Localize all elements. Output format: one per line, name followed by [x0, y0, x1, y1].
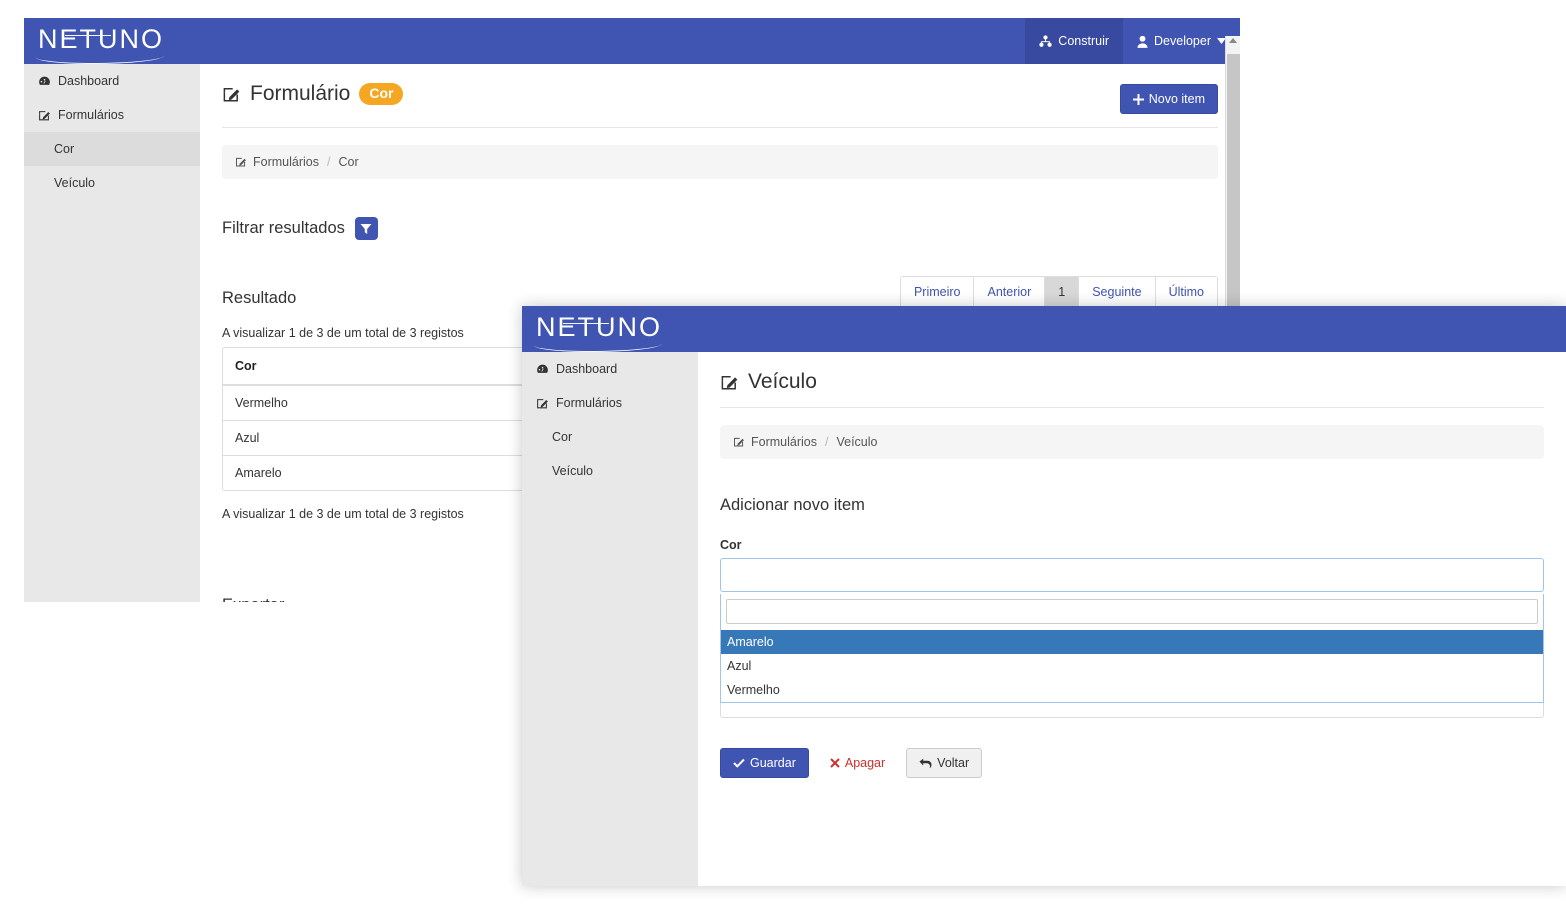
breadcrumb-current: Veículo — [836, 435, 878, 449]
sidebar-item-cor-label: Cor — [54, 142, 75, 156]
sidebar-item-dashboard-label: Dashboard — [58, 74, 120, 88]
pagination-previous[interactable]: Anterior — [974, 277, 1046, 307]
times-icon — [830, 758, 840, 768]
cor-option-amarelo[interactable]: Amarelo — [721, 630, 1543, 654]
pencil-square-icon — [38, 109, 51, 122]
breadcrumb: Formulários / Cor — [222, 145, 1218, 179]
breadcrumb-current: Cor — [338, 155, 359, 169]
sidebar-window1: Dashboard Formulários Cor Veículo — [24, 64, 200, 602]
page-title: Veículo — [720, 370, 1544, 408]
save-label: Guardar — [750, 756, 796, 770]
filter-icon — [360, 223, 372, 235]
breadcrumb-root-label: Formulários — [751, 435, 817, 449]
nav-construir[interactable]: Construir — [1025, 18, 1124, 64]
sidebar-item-veiculo[interactable]: Veículo — [522, 454, 698, 488]
page-title: Formulário Cor — [222, 82, 404, 106]
breadcrumb-separator: / — [825, 435, 829, 449]
pagination: Primeiro Anterior 1 Seguinte Último — [899, 276, 1218, 308]
pencil-square-icon — [733, 436, 745, 448]
brand-logo[interactable]: NETUNO — [36, 25, 164, 64]
scroll-up-arrow-icon[interactable] — [1229, 38, 1237, 43]
dashboard-icon — [536, 363, 549, 376]
sidebar-item-cor-label: Cor — [552, 430, 573, 444]
window-veiculo-form: NETUNO Dashboard Formulários Cor Veículo… — [522, 306, 1566, 886]
top-navbar-window2: NETUNO — [522, 306, 1566, 352]
page-title-text: Veículo — [748, 370, 817, 393]
sidebar-item-formularios[interactable]: Formulários — [522, 386, 698, 420]
form-actions: Guardar Apagar Voltar — [720, 748, 1544, 778]
status-badge: Cor — [359, 83, 404, 105]
breadcrumb-root[interactable]: Formulários — [733, 435, 817, 449]
nav-user-menu[interactable]: Developer — [1123, 18, 1240, 64]
cor-field-group: Cor Amarelo Azul Vermelho Marca * — [720, 538, 1544, 718]
arrow-back-icon — [919, 758, 932, 769]
form-heading-label: Adicionar novo item — [720, 496, 865, 514]
sidebar-item-cor[interactable]: Cor — [24, 132, 200, 166]
sidebar-item-veiculo-label: Veículo — [54, 176, 96, 190]
pencil-square-icon — [235, 156, 247, 168]
delete-label: Apagar — [844, 756, 886, 770]
check-icon — [733, 758, 745, 768]
new-item-button[interactable]: Novo item — [1119, 84, 1218, 114]
cor-field-label: Cor — [720, 538, 742, 552]
nav-construir-label: Construir — [1058, 34, 1110, 48]
plus-icon — [1132, 93, 1144, 105]
cor-select-control[interactable] — [720, 558, 1544, 592]
back-label: Voltar — [937, 756, 970, 770]
sidebar-item-dashboard[interactable]: Dashboard — [522, 352, 698, 386]
breadcrumb-separator: / — [327, 155, 331, 169]
save-button[interactable]: Guardar — [720, 748, 809, 778]
brand-swoosh — [36, 49, 164, 64]
back-button[interactable]: Voltar — [906, 748, 983, 778]
cor-dropdown-panel: Amarelo Azul Vermelho — [720, 594, 1544, 703]
dashboard-icon — [38, 75, 51, 88]
sidebar-item-dashboard[interactable]: Dashboard — [24, 64, 200, 98]
result-heading-label: Resultado — [222, 289, 297, 307]
cor-dropdown-search-wrap — [721, 594, 1543, 630]
top-navbar-window1: NETUNO Construir Developer — [24, 18, 1240, 64]
sidebar-item-veiculo[interactable]: Veículo — [24, 166, 200, 200]
pencil-square-icon — [536, 397, 549, 410]
pagination-page-1[interactable]: 1 — [1045, 277, 1080, 307]
user-icon — [1137, 35, 1148, 48]
sidebar-item-formularios-label: Formulários — [556, 396, 622, 410]
brand-swoosh — [534, 337, 662, 352]
breadcrumb-root[interactable]: Formulários — [235, 155, 319, 169]
export-heading-label: Exportar — [222, 596, 284, 602]
result-section-heading: Resultado — [222, 289, 296, 308]
new-item-label: Novo item — [1148, 92, 1205, 106]
cor-option-vermelho[interactable]: Vermelho — [721, 678, 1543, 702]
filter-heading-label: Filtrar resultados — [222, 219, 345, 237]
brand-strike — [563, 322, 609, 324]
sidebar-item-dashboard-label: Dashboard — [556, 362, 618, 376]
pagination-last[interactable]: Último — [1155, 277, 1217, 307]
pencil-square-icon — [720, 373, 739, 392]
sidebar-item-formularios[interactable]: Formulários — [24, 98, 200, 132]
filter-section-heading: Filtrar resultados — [222, 217, 1218, 240]
form-heading: Adicionar novo item — [720, 496, 1544, 515]
sidebar-window2: Dashboard Formulários Cor Veículo — [522, 352, 698, 886]
pagination-first[interactable]: Primeiro — [900, 277, 975, 307]
nav-user-label: Developer — [1154, 34, 1211, 48]
sidebar-item-formularios-label: Formulários — [58, 108, 124, 122]
cor-dropdown-search-input[interactable] — [726, 599, 1538, 624]
sidebar-item-veiculo-label: Veículo — [552, 464, 594, 478]
content-window2: Veículo Formulários / Veículo Adicionar … — [698, 352, 1566, 886]
filter-toggle-button[interactable] — [354, 217, 378, 240]
navbar-right-window1: Construir Developer — [1025, 18, 1240, 64]
sidebar-item-cor[interactable]: Cor — [522, 420, 698, 454]
brand-logo[interactable]: NETUNO — [534, 313, 662, 352]
breadcrumb-root-label: Formulários — [253, 155, 319, 169]
brand-strike — [65, 34, 111, 36]
breadcrumb: Formulários / Veículo — [720, 425, 1544, 459]
cor-option-azul[interactable]: Azul — [721, 654, 1543, 678]
page-title-text: Formulário — [250, 82, 351, 105]
scrollbar-thumb[interactable] — [1227, 54, 1240, 326]
delete-button[interactable]: Apagar — [817, 748, 898, 778]
pagination-next[interactable]: Seguinte — [1079, 277, 1156, 307]
screen: NETUNO Construir Developer Dashboard For… — [0, 0, 1566, 910]
pencil-square-icon — [222, 85, 241, 104]
sitemap-icon — [1039, 34, 1052, 48]
